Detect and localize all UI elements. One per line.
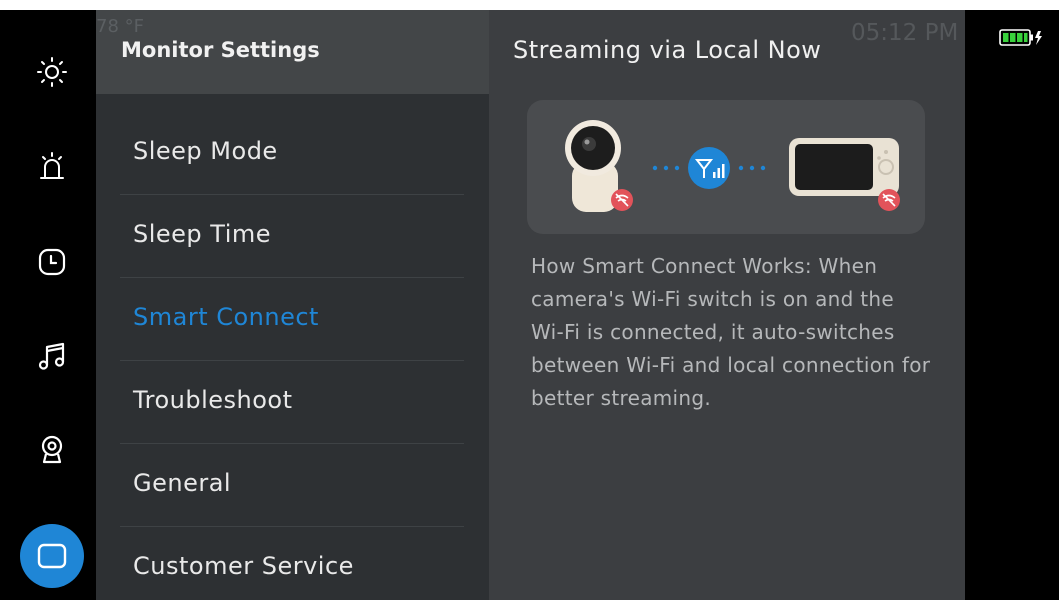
menu-item-label: Sleep Time: [133, 220, 272, 248]
menu-item-label: Sleep Mode: [133, 137, 278, 165]
device-screen: 78 °F Monitor Settings Sleep Mode Sleep …: [0, 10, 1059, 600]
music-note-icon: [38, 342, 65, 370]
menu-item-label: Troubleshoot: [133, 386, 293, 414]
sun-icon: [37, 57, 67, 87]
icon-rail: [0, 10, 96, 600]
parent-monitor-icon: [789, 138, 900, 211]
menu-item-customer-service[interactable]: Customer Service: [120, 526, 464, 600]
clock-icon: [38, 248, 66, 276]
page-title: Monitor Settings: [121, 38, 320, 62]
menu-item-troubleshoot[interactable]: Troubleshoot: [120, 360, 464, 444]
alarm-icon: [40, 152, 64, 179]
connection-dots-right: [738, 165, 766, 171]
menu-item-label: Customer Service: [133, 552, 354, 580]
menu-item-sleep-mode[interactable]: Sleep Mode: [120, 111, 464, 195]
menu-item-sleep-time[interactable]: Sleep Time: [120, 194, 464, 278]
monitor-icon: [37, 543, 67, 569]
detail-title: Streaming via Local Now: [513, 36, 822, 64]
alarm-button[interactable]: [20, 134, 84, 198]
menu-item-general[interactable]: General: [120, 443, 464, 527]
connection-illustration: [527, 100, 925, 234]
menu-item-label: General: [133, 469, 232, 497]
smart-connect-description: How Smart Connect Works: When camera's W…: [531, 254, 931, 410]
local-connection-diagram: [565, 120, 900, 212]
menu-item-label: Smart Connect: [133, 303, 319, 331]
menu-header: 78 °F Monitor Settings: [96, 10, 489, 94]
settings-menu: 78 °F Monitor Settings Sleep Mode Sleep …: [96, 10, 489, 600]
baby-camera-icon: [565, 120, 633, 212]
timer-button[interactable]: [20, 230, 84, 294]
menu-item-smart-connect[interactable]: Smart Connect: [120, 277, 464, 361]
music-button[interactable]: [20, 324, 84, 388]
ghost-clock: 05:12 PM: [851, 20, 959, 46]
connection-dots-left: [652, 165, 680, 171]
detail-panel: 05:12 PM Streaming via Local Now How Sma…: [489, 10, 965, 600]
local-signal-icon: [688, 147, 730, 189]
camera-button[interactable]: [20, 418, 84, 482]
camera-icon: [41, 435, 63, 464]
status-column: [965, 10, 1059, 600]
ghost-temperature: 78 °F: [96, 16, 144, 37]
brightness-button[interactable]: [20, 40, 84, 104]
monitor-button[interactable]: [20, 524, 84, 588]
battery-charging-icon: [999, 29, 1042, 46]
